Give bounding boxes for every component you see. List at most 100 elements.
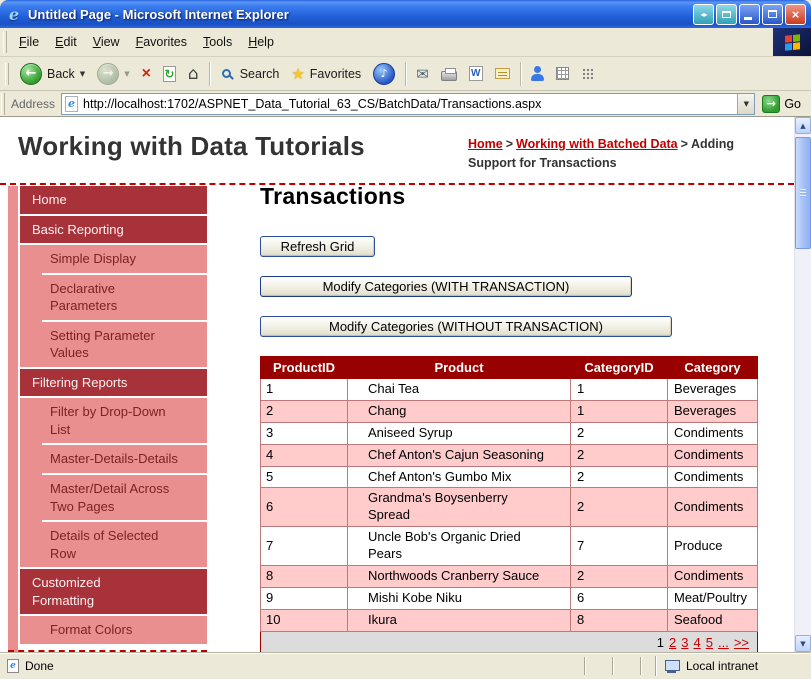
sidebar-item-details-of-selected-row[interactable]: Details of Selected Row bbox=[42, 522, 207, 568]
messenger-button[interactable] bbox=[526, 63, 549, 84]
pager-page-3[interactable]: 3 bbox=[681, 635, 688, 650]
menu-help[interactable]: Help bbox=[240, 30, 282, 54]
maximize-button[interactable] bbox=[762, 3, 783, 25]
mail-button[interactable]: ✉ bbox=[411, 62, 434, 86]
forward-button[interactable]: → ▼ bbox=[92, 60, 134, 88]
search-button[interactable]: Search bbox=[215, 64, 285, 84]
address-url[interactable]: http://localhost:1702/ASPNET_Data_Tutori… bbox=[78, 97, 737, 111]
menu-favorites[interactable]: Favorites bbox=[128, 30, 195, 54]
pager-page-5[interactable]: 5 bbox=[706, 635, 713, 650]
close-icon: × bbox=[791, 6, 800, 22]
cell-category: Condiments bbox=[667, 465, 758, 489]
sidebar-group-customized-formatting: Format Colors bbox=[20, 616, 207, 644]
menubar-grip[interactable] bbox=[3, 31, 7, 53]
print-button[interactable] bbox=[436, 64, 462, 84]
cell-category: Meat/Poultry bbox=[667, 586, 758, 610]
home-button[interactable]: ⌂ bbox=[183, 61, 204, 87]
sidebar-item-simple-display[interactable]: Simple Display bbox=[42, 245, 207, 273]
column-header-product: Product bbox=[347, 356, 571, 379]
messenger-icon bbox=[530, 66, 544, 81]
cell-category: Condiments bbox=[667, 421, 758, 445]
minimize-button[interactable] bbox=[739, 3, 760, 25]
pager-page-4[interactable]: 4 bbox=[694, 635, 701, 650]
pager-more-pages[interactable]: ... bbox=[718, 635, 729, 650]
cell-product: Ikura bbox=[347, 608, 571, 632]
dots-grid-button[interactable] bbox=[576, 64, 599, 83]
discuss-button[interactable] bbox=[490, 65, 515, 82]
scroll-down-button[interactable]: ▼ bbox=[795, 635, 811, 652]
refresh-button[interactable]: ↻ bbox=[158, 63, 181, 85]
back-button[interactable]: ← Back ▼ bbox=[15, 60, 90, 88]
pager-next[interactable]: >> bbox=[734, 635, 749, 650]
sidebar-item-basic-reporting[interactable]: Basic Reporting bbox=[20, 215, 207, 244]
cell-category: Condiments bbox=[667, 487, 758, 528]
modify-with-transaction-button[interactable]: Modify Categories (WITH TRANSACTION) bbox=[260, 276, 632, 297]
go-arrow-icon: → bbox=[762, 94, 781, 113]
sidebar-group-filtering-reports: Filter by Drop-Down List Master-Details-… bbox=[20, 398, 207, 568]
sidebar-item-home[interactable]: Home bbox=[20, 186, 207, 214]
sidebar-item-filtering-reports[interactable]: Filtering Reports bbox=[20, 368, 207, 397]
pager-current-page: 1 bbox=[656, 634, 665, 650]
vertical-scrollbar[interactable]: ▲ ▼ bbox=[794, 117, 811, 652]
sidebar-item-master-detail-two-pages[interactable]: Master/Detail Across Two Pages bbox=[42, 475, 207, 521]
edit-button[interactable]: W bbox=[464, 63, 488, 84]
status-bar: e Done Local intranet bbox=[0, 652, 811, 679]
cell-category: Condiments bbox=[667, 443, 758, 467]
sidebar-item-master-details-details[interactable]: Master-Details-Details bbox=[42, 445, 207, 474]
table-row: 5 Chef Anton's Gumbo Mix 2 Condiments bbox=[260, 465, 758, 489]
scroll-up-button[interactable]: ▲ bbox=[795, 117, 811, 134]
security-zone: Local intranet bbox=[655, 656, 807, 676]
extra-window-button-1[interactable]: ◂▸ bbox=[693, 3, 714, 25]
sidebar-item-filter-by-dropdown-list[interactable]: Filter by Drop-Down List bbox=[42, 398, 207, 444]
media-button[interactable]: ♪ bbox=[368, 60, 400, 88]
window-title: Untitled Page - Microsoft Internet Explo… bbox=[28, 6, 289, 22]
scrollbar-track[interactable] bbox=[795, 134, 811, 635]
page-header: Working with Data Tutorials Home > Working… bbox=[0, 117, 794, 185]
favorites-button[interactable]: ★ Favorites bbox=[286, 62, 366, 86]
tiles-button[interactable] bbox=[551, 64, 574, 83]
addressbar-grip[interactable] bbox=[1, 92, 5, 115]
close-button[interactable]: × bbox=[785, 3, 806, 25]
column-header-productid: ProductID bbox=[260, 356, 348, 379]
search-label: Search bbox=[239, 66, 280, 81]
breadcrumb-link-batched-data[interactable]: Working with Batched Data bbox=[516, 137, 678, 151]
sidebar-item-declarative-parameters[interactable]: Declarative Parameters bbox=[42, 274, 207, 320]
extra-window-button-2[interactable] bbox=[716, 3, 737, 25]
cell-productid: 5 bbox=[260, 465, 348, 489]
pager: 1 2 3 4 5... >> bbox=[260, 630, 758, 652]
address-dropdown-icon[interactable]: ▼ bbox=[737, 93, 755, 114]
table-row: 4 Chef Anton's Cajun Seasoning 2 Condime… bbox=[260, 443, 758, 467]
sidebar-item-format-colors[interactable]: Format Colors bbox=[42, 616, 207, 644]
table-row: 1 Chai Tea 1 Beverages bbox=[260, 378, 758, 401]
modify-without-transaction-button[interactable]: Modify Categories (WITHOUT TRANSACTION) bbox=[260, 316, 672, 337]
menu-file[interactable]: File bbox=[11, 30, 47, 54]
refresh-grid-button[interactable]: Refresh Grid bbox=[260, 236, 375, 257]
breadcrumb-link-home[interactable]: Home bbox=[468, 137, 503, 151]
sidebar-item-setting-parameter-values[interactable]: Setting Parameter Values bbox=[42, 321, 207, 367]
back-dropdown-icon[interactable]: ▼ bbox=[80, 70, 85, 78]
address-input[interactable]: e http://localhost:1702/ASPNET_Data_Tuto… bbox=[61, 92, 756, 115]
ie-page-icon: e bbox=[65, 95, 79, 112]
cell-product: Northwoods Cranberry Sauce bbox=[347, 565, 571, 588]
status-page-icon: e bbox=[7, 659, 19, 673]
ie-logo-icon: e bbox=[8, 4, 20, 24]
transactions-heading: Transactions bbox=[260, 183, 406, 209]
toolbar-grip[interactable] bbox=[5, 62, 9, 85]
forward-dropdown-icon[interactable]: ▼ bbox=[124, 70, 129, 78]
stop-button[interactable]: × bbox=[137, 62, 156, 86]
stop-icon: × bbox=[141, 64, 151, 82]
toolbar-separator bbox=[208, 61, 210, 86]
table-row: 9 Mishi Kobe Niku 6 Meat/Poultry bbox=[260, 586, 758, 610]
scrollbar-thumb[interactable] bbox=[795, 137, 811, 249]
cell-productid: 3 bbox=[260, 421, 348, 445]
go-button[interactable]: → Go bbox=[762, 94, 801, 113]
menu-view[interactable]: View bbox=[85, 30, 128, 54]
menu-tools[interactable]: Tools bbox=[195, 30, 240, 54]
pager-page-2[interactable]: 2 bbox=[669, 635, 676, 650]
cell-productid: 9 bbox=[260, 586, 348, 610]
sidebar-item-customized-formatting[interactable]: Customized Formatting bbox=[20, 569, 207, 615]
table-row: 3 Aniseed Syrup 2 Condiments bbox=[260, 421, 758, 445]
menu-edit[interactable]: Edit bbox=[47, 30, 85, 54]
status-divider bbox=[584, 657, 586, 675]
main-content: Transactions Refresh Grid Modify Categor… bbox=[260, 179, 758, 652]
